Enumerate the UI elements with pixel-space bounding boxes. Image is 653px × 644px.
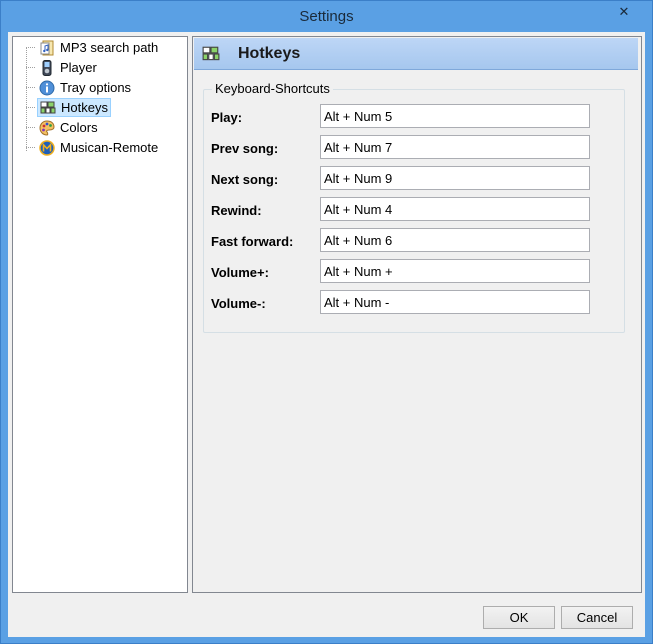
rewind-label: Rewind:: [211, 203, 262, 218]
play-label: Play:: [211, 110, 243, 125]
info-icon: [39, 80, 55, 96]
hotkeys-icon: [202, 45, 220, 63]
settings-tree: MP3 search path Player Tray options Hotk…: [12, 36, 188, 593]
tree-item-label: Tray options: [60, 80, 132, 95]
tree-item-tray-options[interactable]: Tray options: [37, 78, 133, 97]
tree-connector: [26, 47, 35, 48]
panel-header: Hotkeys: [194, 38, 638, 70]
tree-connector: [26, 67, 35, 68]
palette-icon: [39, 119, 55, 136]
tree-item-label: Colors: [60, 120, 98, 135]
panel-title: Hotkeys: [238, 44, 301, 62]
tree-item-colors[interactable]: Colors: [37, 118, 100, 137]
tree-item-musican-remote[interactable]: Musican-Remote: [37, 138, 160, 157]
volume-down-hotkey-field[interactable]: [320, 290, 590, 314]
ok-button[interactable]: OK: [483, 606, 555, 629]
rewind-hotkey-field[interactable]: [320, 197, 590, 221]
tree-connector: [26, 147, 35, 148]
hotkeys-panel: Hotkeys Keyboard-Shortcuts Play: Prev so…: [192, 36, 642, 593]
volume-down-label: Volume-:: [211, 296, 266, 311]
cancel-button[interactable]: Cancel: [561, 606, 633, 629]
tree-item-label: Musican-Remote: [60, 140, 159, 155]
keyboard-shortcuts-group: Keyboard-Shortcuts Play: Prev song: Next…: [203, 81, 625, 333]
mp3-player-icon: [39, 59, 55, 76]
fast-forward-label: Fast forward:: [211, 234, 294, 249]
client-area: MP3 search path Player Tray options Hotk…: [8, 32, 645, 637]
next-song-hotkey-field[interactable]: [320, 166, 590, 190]
tree-item-label: MP3 search path: [60, 40, 159, 55]
prev-song-hotkey-field[interactable]: [320, 135, 590, 159]
play-hotkey-field[interactable]: [320, 104, 590, 128]
settings-window: Settings ✕ MP3 search path Player Tray o…: [0, 0, 653, 644]
tree-item-label: Player: [60, 60, 97, 75]
tree-connector: [26, 107, 35, 108]
close-button[interactable]: ✕: [602, 2, 646, 22]
remote-icon: [39, 139, 55, 156]
volume-up-hotkey-field[interactable]: [320, 259, 590, 283]
prev-song-label: Prev song:: [211, 141, 279, 156]
window-title: Settings: [299, 8, 354, 25]
tree-item-mp3-search-path[interactable]: MP3 search path: [37, 38, 160, 57]
folder-music-icon: [39, 40, 55, 56]
volume-up-label: Volume+:: [211, 265, 269, 280]
fast-forward-hotkey-field[interactable]: [320, 228, 590, 252]
hotkeys-icon: [40, 100, 56, 116]
tree-connector: [26, 87, 35, 88]
tree-connector: [26, 127, 35, 128]
tree-item-player[interactable]: Player: [37, 58, 99, 77]
tree-item-hotkeys[interactable]: Hotkeys: [37, 98, 111, 117]
group-title: Keyboard-Shortcuts: [212, 81, 333, 96]
title-bar[interactable]: Settings ✕: [1, 1, 652, 32]
next-song-label: Next song:: [211, 172, 279, 187]
close-icon: ✕: [618, 4, 630, 19]
tree-item-label: Hotkeys: [61, 100, 108, 115]
